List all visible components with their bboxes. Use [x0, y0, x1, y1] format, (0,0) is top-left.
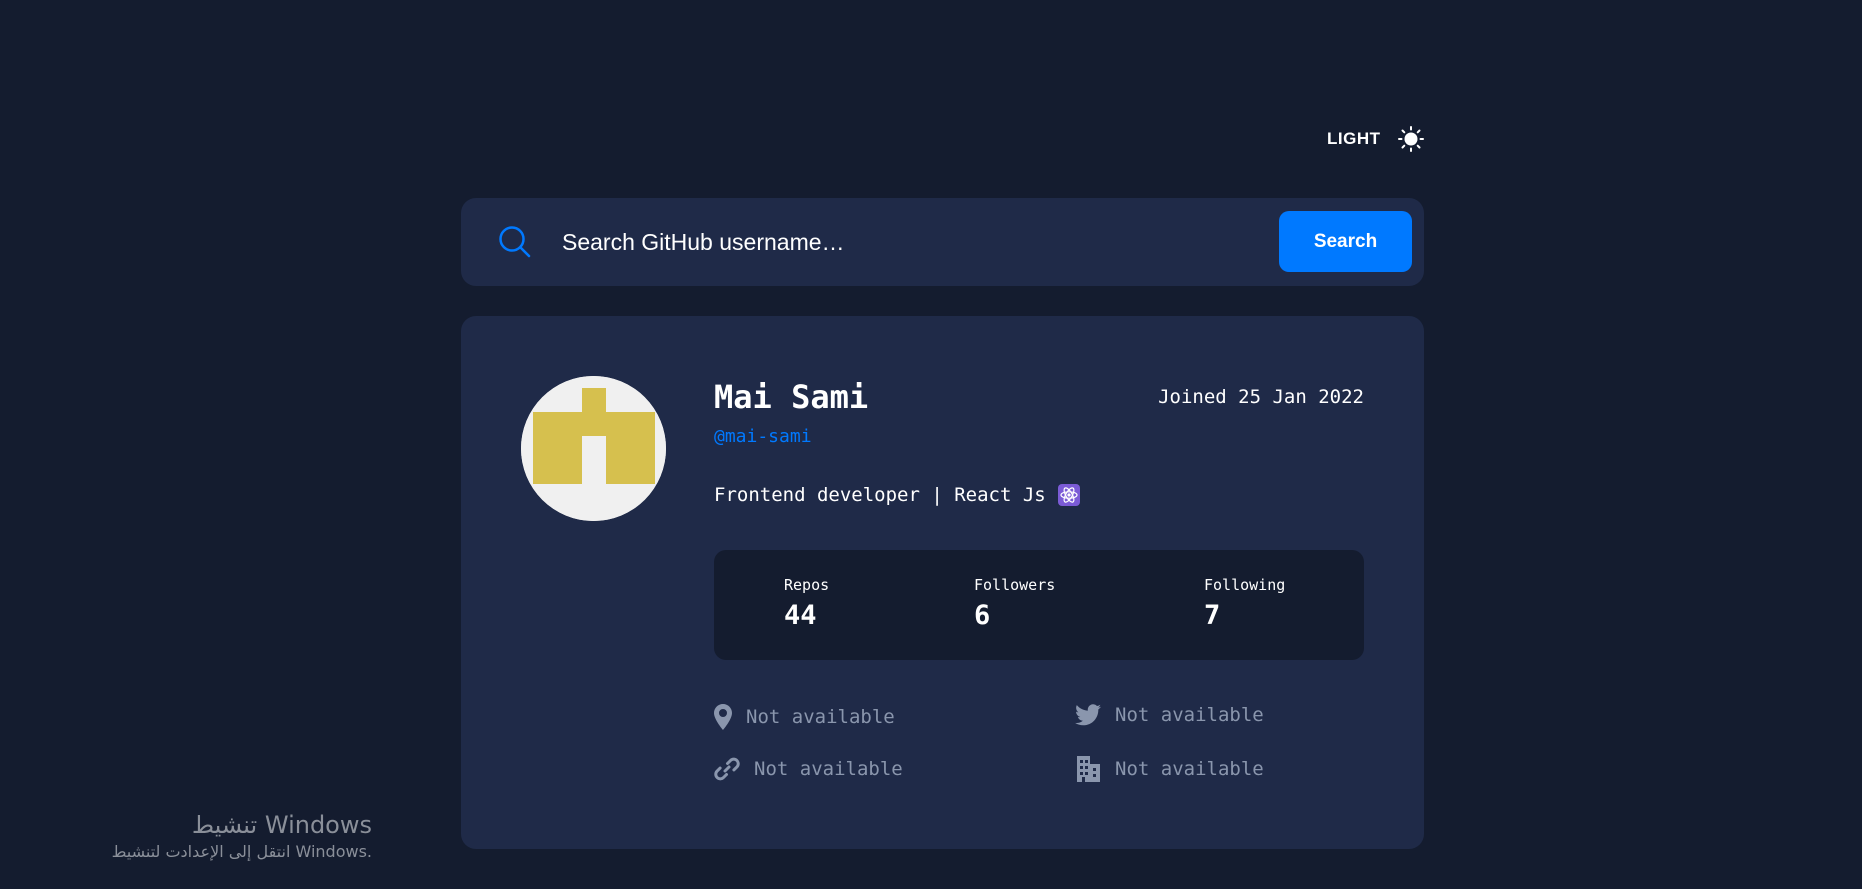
company-item: Not available [1075, 756, 1264, 782]
stat-label: Following [1204, 576, 1286, 594]
stat-following: Following 7 [1204, 576, 1285, 631]
stats-panel: Repos 44 Followers 6 Following 7 [714, 550, 1364, 660]
building-icon [1075, 756, 1101, 782]
search-input[interactable] [562, 218, 1212, 266]
blog-item: Not available [714, 756, 903, 782]
user-bio-text: Frontend developer | React Js [714, 484, 1046, 506]
search-icon [498, 225, 532, 263]
company-text: Not available [1115, 758, 1264, 780]
theme-toggle[interactable]: LIGHT [1327, 124, 1424, 154]
location-pin-icon [714, 704, 732, 730]
joined-date: Joined 25 Jan 2022 [1158, 386, 1364, 408]
windows-activation-watermark: تنشيط Windows انتقل إلى الإعدادت لتنشيط … [112, 810, 372, 864]
watermark-title: تنشيط Windows [191, 811, 372, 839]
user-login-link[interactable]: @mai-sami [714, 426, 812, 447]
stat-label: Repos [784, 576, 830, 594]
link-icon [714, 756, 740, 782]
blog-text: Not available [754, 758, 903, 780]
twitter-item: Not available [1075, 704, 1264, 726]
location-text: Not available [746, 706, 895, 728]
search-bar: Search [461, 198, 1424, 286]
search-button[interactable]: Search [1279, 211, 1412, 272]
stat-value: 7 [1204, 600, 1221, 631]
atom-icon [1057, 484, 1080, 506]
user-name: Mai Sami [714, 378, 869, 416]
sun-icon[interactable] [1398, 126, 1424, 152]
stat-followers: Followers 6 [974, 576, 1055, 631]
theme-toggle-label: LIGHT [1327, 129, 1381, 148]
twitter-text: Not available [1115, 704, 1264, 726]
twitter-icon [1075, 704, 1101, 726]
avatar [521, 376, 666, 521]
stat-value: 44 [784, 600, 817, 631]
stat-value: 6 [974, 600, 991, 631]
profile-card: Mai Sami Joined 25 Jan 2022 @mai-sami Fr… [461, 316, 1424, 849]
stat-label: Followers [974, 576, 1056, 594]
user-bio: Frontend developer | React Js [714, 484, 1080, 506]
watermark-subtitle: انتقل إلى الإعدادت لتنشيط Windows. [111, 842, 372, 861]
stat-repos: Repos 44 [784, 576, 829, 631]
location-item: Not available [714, 704, 895, 730]
